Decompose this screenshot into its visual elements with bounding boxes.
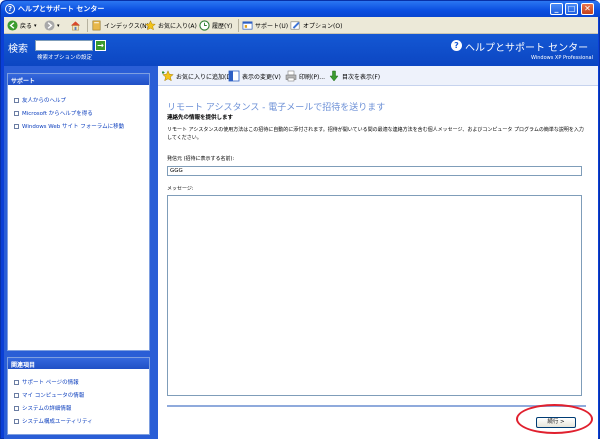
change-view-button[interactable]: 表示の変更(V) bbox=[228, 70, 281, 82]
content-toolbar: お気に入りに追加(D) 表示の変更(V) 印刷(P)... 目次を表示(F) bbox=[158, 66, 598, 86]
change-view-label: 表示の変更(V) bbox=[242, 73, 281, 81]
home-button[interactable] bbox=[70, 19, 83, 32]
history-clock-icon bbox=[199, 20, 210, 31]
next-button[interactable]: 続行 > bbox=[536, 417, 576, 428]
support-link-label: 友人からのヘルプ bbox=[22, 98, 67, 104]
toolbar-separator bbox=[238, 19, 239, 32]
chevron-down-icon[interactable]: ▾ bbox=[34, 23, 37, 29]
related-link-my-computer[interactable]: マイ コンピュータの情報 bbox=[14, 391, 84, 399]
toolbar-separator bbox=[87, 19, 88, 32]
related-link-label: システム構成ユーティリティ bbox=[22, 419, 93, 425]
bullet-icon bbox=[14, 379, 19, 385]
support-link-label: Windows Web サイト フォーラムに移動 bbox=[22, 124, 125, 130]
support-link-label: Microsoft からヘルプを得る bbox=[22, 111, 93, 117]
help-center-icon: ? bbox=[5, 4, 15, 14]
forward-button[interactable]: ▾ bbox=[44, 19, 60, 32]
main-toolbar: 戻る ▾ ▾ インデックス(N) お気に入り(A) 履歴(Y) サポート(U) bbox=[4, 17, 598, 34]
print-label: 印刷(P)... bbox=[299, 73, 326, 81]
title-bar: ? ヘルプとサポート センター _ □ ✕ bbox=[1, 1, 600, 17]
content-pane: お気に入りに追加(D) 表示の変更(V) 印刷(P)... 目次を表示(F) リ… bbox=[158, 66, 598, 439]
from-name-input[interactable] bbox=[167, 166, 582, 176]
find-toc-label: 目次を表示(F) bbox=[342, 73, 381, 81]
index-button[interactable]: インデックス(N) bbox=[91, 19, 149, 32]
search-header: 検索 → 検索オプションの設定 ? ヘルプとサポート センター Windows … bbox=[4, 34, 598, 66]
chevron-down-icon[interactable]: ▾ bbox=[57, 23, 60, 29]
message-label: メッセージ: bbox=[167, 186, 194, 192]
bullet-icon bbox=[14, 405, 19, 411]
related-link-support-page[interactable]: サポート ページの情報 bbox=[14, 378, 79, 386]
bullet-icon bbox=[14, 110, 19, 116]
find-toc-button[interactable]: 目次を表示(F) bbox=[328, 70, 380, 82]
favorites-button[interactable]: お気に入り(A) bbox=[145, 19, 197, 32]
add-favorite-star-icon bbox=[162, 70, 174, 82]
search-options-link[interactable]: 検索オプションの設定 bbox=[37, 53, 92, 61]
window-title: ヘルプとサポート センター bbox=[18, 5, 105, 13]
message-textarea[interactable] bbox=[167, 195, 582, 396]
content-divider bbox=[167, 405, 586, 407]
support-panel: サポート 友人からのヘルプ Microsoft からヘルプを得る Windows… bbox=[7, 73, 150, 351]
printer-icon bbox=[285, 70, 297, 82]
close-button[interactable]: ✕ bbox=[581, 3, 594, 15]
support-icon bbox=[242, 21, 253, 30]
favorites-label: お気に入り(A) bbox=[158, 23, 197, 30]
print-button[interactable]: 印刷(P)... bbox=[285, 70, 325, 82]
home-icon bbox=[70, 21, 81, 31]
index-label: インデックス(N) bbox=[104, 23, 149, 30]
minimize-button[interactable]: _ bbox=[550, 3, 563, 15]
content-subtitle: 連絡先の情報を提供します bbox=[167, 115, 234, 121]
add-favorite-label: お気に入りに追加(D) bbox=[176, 73, 234, 81]
support-link-friend[interactable]: 友人からのヘルプ bbox=[14, 96, 66, 104]
history-label: 履歴(Y) bbox=[212, 23, 233, 30]
back-arrow-icon bbox=[7, 20, 18, 31]
related-link-system-info[interactable]: システムの詳細情報 bbox=[14, 404, 71, 412]
support-link-microsoft[interactable]: Microsoft からヘルプを得る bbox=[14, 109, 93, 117]
change-view-icon bbox=[228, 70, 240, 82]
favorites-star-icon bbox=[145, 20, 156, 31]
related-link-label: システムの詳細情報 bbox=[22, 406, 72, 412]
history-button[interactable]: 履歴(Y) bbox=[199, 19, 232, 32]
bullet-icon bbox=[14, 97, 19, 103]
options-button[interactable]: オプション(O) bbox=[290, 19, 342, 32]
maximize-button[interactable]: □ bbox=[565, 3, 578, 15]
toc-arrow-icon bbox=[329, 70, 339, 82]
search-label: 検索 bbox=[8, 44, 28, 55]
options-label: オプション(O) bbox=[303, 23, 343, 30]
back-label: 戻る bbox=[20, 23, 33, 30]
related-link-msconfig[interactable]: システム構成ユーティリティ bbox=[14, 417, 93, 425]
bullet-icon bbox=[14, 123, 19, 129]
bullet-icon bbox=[14, 418, 19, 424]
support-label: サポート(U) bbox=[255, 23, 289, 30]
forward-arrow-icon bbox=[44, 20, 55, 31]
back-button[interactable]: 戻る ▾ bbox=[7, 19, 37, 32]
search-go-button[interactable]: → bbox=[95, 40, 106, 51]
from-label: 発信元 (招待に表示する名前): bbox=[167, 156, 235, 162]
support-link-forum[interactable]: Windows Web サイト フォーラムに移動 bbox=[14, 122, 124, 130]
related-panel: 関連項目 サポート ページの情報 マイ コンピュータの情報 システムの詳細情報 … bbox=[7, 357, 150, 435]
add-favorite-button[interactable]: お気に入りに追加(D) bbox=[162, 70, 233, 82]
content-title: リモート アシスタンス - 電子メールで招待を送ります bbox=[167, 103, 386, 113]
app-window: ? ヘルプとサポート センター _ □ ✕ 戻る ▾ ▾ インデックス(N) お… bbox=[0, 0, 600, 439]
support-panel-heading: サポート bbox=[8, 74, 149, 85]
related-panel-heading: 関連項目 bbox=[8, 358, 149, 369]
help-circle-icon: ? bbox=[451, 40, 462, 51]
search-input[interactable] bbox=[35, 40, 93, 51]
related-link-label: マイ コンピュータの情報 bbox=[22, 393, 85, 399]
index-book-icon bbox=[92, 20, 101, 31]
edition-label: Windows XP Professional bbox=[531, 55, 593, 61]
page-title: ヘルプとサポート センター bbox=[465, 43, 589, 54]
bullet-icon bbox=[14, 392, 19, 398]
support-button[interactable]: サポート(U) bbox=[242, 19, 288, 32]
content-description: リモート アシスタンスの使用方法はこの招待に自動的に添付されます。招待が開いてい… bbox=[167, 127, 584, 141]
options-icon bbox=[290, 21, 300, 30]
related-link-label: サポート ページの情報 bbox=[22, 380, 79, 386]
